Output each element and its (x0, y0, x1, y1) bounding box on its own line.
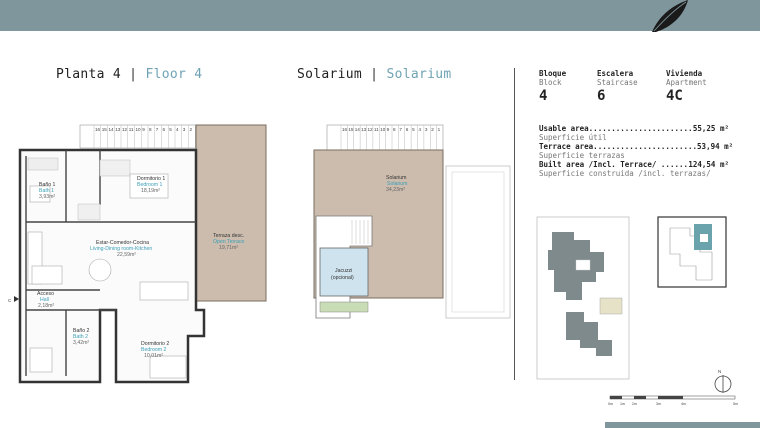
stair-number: 6 (406, 127, 409, 132)
room-area: 19,71m² (219, 245, 238, 251)
adjacent-terrace (445, 165, 511, 319)
room-area: 34,23m² (386, 187, 405, 193)
stair-number: 4 (176, 127, 179, 132)
open-terrace-area (195, 124, 267, 302)
scale-label: 3m (656, 402, 661, 406)
room-bath2: Baño 2 Bath 2 3,42m² (73, 328, 90, 346)
stair-number: 12 (122, 127, 128, 132)
floor-plans-drawing: 16151413121110987654321 C Baño 1 Bath 1 … (8, 124, 738, 406)
scale-label: 0m (608, 402, 613, 406)
stair-number: 7 (156, 127, 159, 132)
room-area: 3,42m² (73, 340, 89, 346)
scale-label: 1m (620, 402, 625, 406)
planter (319, 301, 369, 313)
bottom-band (605, 422, 760, 428)
scale-label: 4m (681, 402, 686, 406)
room-area: 22,59m² (117, 252, 136, 258)
stair-number: 13 (115, 127, 121, 132)
room-area: 2,18m² (38, 303, 54, 309)
stair-number: 9 (142, 127, 145, 132)
room-es: Jacuzzi (335, 268, 352, 274)
room-area: 10,01m² (144, 353, 163, 359)
stair-number: 12 (368, 127, 374, 132)
stair-number: 3 (183, 127, 186, 132)
stair-number: 15 (348, 127, 354, 132)
stair-number: 15 (102, 127, 108, 132)
stair-number: 13 (361, 127, 367, 132)
stair-number: 4 (419, 127, 422, 132)
stair-number: 7 (399, 127, 402, 132)
stair-number: 10 (380, 127, 386, 132)
key-plan (657, 216, 727, 288)
stair-number: 16 (342, 127, 348, 132)
room-jacuzzi: Jacuzzi (opcional) (331, 268, 354, 281)
compass-north: N (718, 369, 721, 374)
stair-number: 2 (190, 127, 193, 132)
room-bath1: Baño 1 Bath 1 3,93m² (39, 182, 56, 200)
stair-number: 16 (95, 127, 101, 132)
entry-mark: C (8, 298, 12, 303)
stair-number: 1 (438, 127, 441, 132)
stair-number: 11 (129, 127, 134, 132)
stair-number: 9 (387, 127, 390, 132)
scale-label: 5m (733, 402, 738, 406)
scale-bar: 0m 1m 2m 3m 4m 5m (608, 395, 738, 406)
site-plan (536, 216, 630, 380)
stair-number: 5 (412, 127, 415, 132)
room-en: (opcional) (331, 275, 354, 281)
entry-arrow-icon (14, 296, 19, 302)
stair-number: 8 (149, 127, 152, 132)
room-area: 3,93m² (39, 194, 55, 200)
stair-number: 11 (374, 127, 379, 132)
stairs-solarium: 16 15 14 13 12 11 10 9 8 7 6 5 4 3 2 1 (326, 124, 444, 151)
stair-number: 3 (425, 127, 428, 132)
stair-number: 14 (109, 127, 115, 132)
room-solarium: Solarium Solarium 34,23m² (386, 175, 407, 193)
room-area: 18,19m² (141, 188, 160, 194)
compass-icon: N (714, 369, 732, 393)
stair-number: 6 (163, 127, 166, 132)
stair-number: 8 (393, 127, 396, 132)
stair-number: 5 (169, 127, 172, 132)
stairs-floor4: 16151413121110987654321 (79, 124, 205, 149)
stair-number: 14 (355, 127, 361, 132)
stair-number: 10 (136, 127, 142, 132)
stair-number: 2 (431, 127, 434, 132)
scale-label: 2m (632, 402, 637, 406)
